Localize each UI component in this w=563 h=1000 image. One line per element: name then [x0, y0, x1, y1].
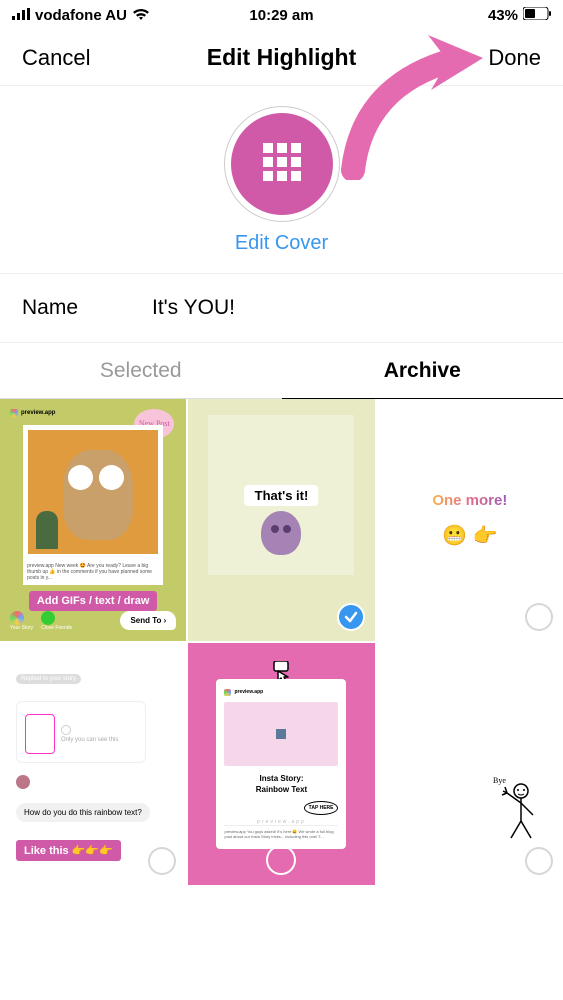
story-tile[interactable]: One more! 😬 👉: [377, 399, 563, 641]
sticker-text: That's it!: [245, 485, 319, 506]
cancel-button[interactable]: Cancel: [22, 45, 90, 71]
rainbow-text: One more!: [432, 492, 507, 509]
only-you-label: Only you can see this: [61, 737, 118, 743]
tap-here-sticker: TAP HERE: [304, 801, 339, 815]
send-to-button: Send To ›: [120, 611, 176, 630]
story-photo: [23, 425, 163, 559]
cover-section: Edit Cover: [0, 86, 563, 273]
name-row: Name It's YOU!: [0, 273, 563, 343]
close-friends-icon: [41, 611, 55, 625]
emoji-sticker: 😬 👉: [442, 523, 497, 548]
message-bubble: How do you do this rainbow text?: [16, 803, 150, 822]
caption-text: preview.app New week 🤩 Are you ready? Le…: [23, 559, 163, 585]
status-bar: vodafone AU 10:29 am 43%: [0, 0, 563, 30]
selection-circle[interactable]: [525, 603, 553, 631]
your-story-icon: [10, 611, 24, 625]
signal-icon: [12, 7, 30, 24]
archive-grid: preview.app New Post preview.app New wee…: [0, 399, 563, 885]
feature-pill: Like this 👉👉👉: [16, 840, 121, 861]
carrier-label: vodafone AU: [35, 7, 127, 24]
story-tile[interactable]: preview.app New Post preview.app New wee…: [0, 399, 186, 641]
account-label: preview.app: [21, 410, 55, 416]
play-icon: [276, 729, 286, 739]
replied-label: Replied to your story: [16, 674, 81, 684]
stick-figure-sticker: Bye: [493, 773, 543, 848]
battery-icon: [523, 7, 551, 24]
cover-avatar[interactable]: [224, 106, 340, 222]
reply-preview: Only you can see this: [16, 701, 146, 763]
selection-circle[interactable]: [525, 847, 553, 875]
name-label: Name: [22, 296, 152, 320]
page-title: Edit Highlight: [207, 44, 356, 71]
name-input[interactable]: It's YOU!: [152, 296, 235, 320]
story-tile[interactable]: preview.app Insta Story:Rainbow Text TAP…: [188, 643, 374, 885]
selection-check-icon[interactable]: [337, 603, 365, 631]
grid-icon: [263, 143, 301, 186]
selection-circle[interactable]: [148, 847, 176, 875]
tab-selected[interactable]: Selected: [0, 343, 282, 399]
app-logo-icon: [224, 689, 231, 696]
close-friends-label: Close Friends: [41, 625, 72, 631]
done-button[interactable]: Done: [488, 45, 541, 71]
your-story-label: Your Story: [10, 625, 33, 631]
tabs: Selected Archive: [0, 343, 563, 399]
story-tile[interactable]: That's it!: [188, 399, 374, 641]
avatar: [16, 775, 30, 789]
edit-cover-link[interactable]: Edit Cover: [235, 232, 328, 255]
nav-bar: Cancel Edit Highlight Done: [0, 30, 563, 86]
story-tile[interactable]: Replied to your story Only you can see t…: [0, 643, 186, 885]
account-label: preview.app: [234, 689, 263, 695]
character-sticker: [261, 511, 301, 555]
story-tile[interactable]: Bye: [377, 643, 563, 885]
app-logo-icon: [10, 409, 18, 417]
card-title: Insta Story:Rainbow Text: [256, 774, 307, 795]
tab-archive[interactable]: Archive: [282, 343, 563, 399]
selection-circle[interactable]: [266, 845, 296, 875]
time-label: 10:29 am: [249, 7, 313, 24]
post-card: preview.app Insta Story:Rainbow Text TAP…: [216, 679, 346, 849]
svg-text:Bye: Bye: [493, 776, 506, 785]
feature-pill: Add GIFs / text / draw: [29, 591, 157, 611]
battery-percent: 43%: [488, 7, 518, 24]
wifi-icon: [132, 7, 150, 24]
caption-text: preview.app You guys asked! It's here 😄 …: [224, 825, 338, 839]
